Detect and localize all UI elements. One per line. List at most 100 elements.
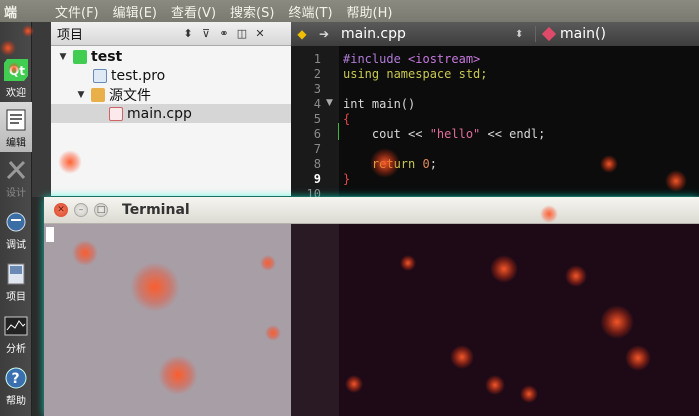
terminal-cursor xyxy=(46,227,54,242)
window-minimize-icon[interactable]: – xyxy=(74,203,88,217)
tree-item-label: 源文件 xyxy=(109,87,151,104)
number-token: 0 xyxy=(422,157,430,171)
string-token: "hello" xyxy=(429,127,481,141)
pro-file-icon xyxy=(93,68,107,83)
tree-item-main-cpp[interactable]: main.cpp xyxy=(51,104,291,123)
line-number: 6 xyxy=(313,127,321,141)
line-number: 5 xyxy=(313,112,321,126)
line-number: 3 xyxy=(313,82,321,96)
include-path-token: <iostream> xyxy=(408,52,481,66)
qt-logo-icon: Qt xyxy=(4,58,28,82)
menu-terminal[interactable]: 终端(T) xyxy=(283,2,341,21)
code-line-9: } xyxy=(343,172,351,186)
preprocessor-token: #include xyxy=(343,52,409,66)
code-line-2: using namespace std; xyxy=(343,67,488,81)
function-icon xyxy=(541,26,557,42)
mode-edit[interactable]: 编辑 xyxy=(0,102,32,152)
mode-label: 分析 xyxy=(6,344,26,355)
code-token: << endl; xyxy=(480,127,546,141)
collapse-arrow-icon[interactable]: ▼ xyxy=(57,52,69,62)
code-line-5: { xyxy=(343,112,351,126)
mode-welcome[interactable]: Qt 欢迎 xyxy=(0,52,32,102)
menu-bar: 端 文件(F) 编辑(E) 查看(V) 搜索(S) 终端(T) 帮助(H) xyxy=(0,0,699,22)
tree-item-sources[interactable]: ▼ 源文件 xyxy=(51,85,291,104)
mode-label: 设计 xyxy=(6,188,26,199)
app-name: 端 xyxy=(4,5,18,21)
mode-label: 帮助 xyxy=(6,396,26,407)
menu-file[interactable]: 文件(F) xyxy=(50,2,108,21)
line-gutter: 1 2 3 4 ▼ 5 6 7 8 9 10 xyxy=(291,46,340,201)
terminal-title: Terminal xyxy=(122,202,190,218)
terminal-translucent-right xyxy=(339,224,699,416)
forward-icon[interactable]: ➔ xyxy=(313,27,335,41)
symbol-name: main() xyxy=(560,26,606,42)
mode-projects[interactable]: 项目 xyxy=(0,256,32,306)
code-token: ; xyxy=(429,157,437,171)
tree-item-label: main.cpp xyxy=(127,105,192,122)
cpp-file-icon xyxy=(109,106,123,121)
mode-design[interactable]: 设计 xyxy=(0,152,32,202)
keyword-token: return xyxy=(343,157,423,171)
line-number: 1 xyxy=(313,52,321,66)
terminal-window[interactable]: ✕ – □ Terminal xyxy=(44,197,699,416)
splitter[interactable] xyxy=(32,22,51,197)
close-icon[interactable]: ✕ xyxy=(251,27,269,40)
line-number: 8 xyxy=(313,157,321,171)
line-number: 4 xyxy=(313,97,321,111)
back-icon[interactable]: ◆ xyxy=(291,27,313,41)
terminal-body[interactable] xyxy=(44,224,699,416)
project-book-icon xyxy=(4,262,28,286)
mode-label: 项目 xyxy=(6,292,26,303)
tree-item-project[interactable]: ▼ test xyxy=(51,47,291,66)
tree-item-label: test xyxy=(91,48,123,65)
chevron-down-icon[interactable]: ⬍ xyxy=(515,29,535,40)
tree-item-pro[interactable]: test.pro xyxy=(51,66,291,85)
mode-label: 编辑 xyxy=(6,138,26,149)
tree-item-label: test.pro xyxy=(111,67,166,84)
edit-document-icon xyxy=(4,108,28,132)
code-line-6: cout << "hello" << endl; xyxy=(343,127,545,142)
terminal-translucent-mid xyxy=(291,224,339,416)
help-icon: ? xyxy=(4,366,28,390)
menu-help[interactable]: 帮助(H) xyxy=(342,2,402,21)
mode-analyze[interactable]: 分析 xyxy=(0,308,32,358)
line-number: 7 xyxy=(313,142,321,156)
editor-file-name[interactable]: main.cpp xyxy=(335,26,515,42)
mode-sidebar: Qt 欢迎 编辑 设计 调试 项目 分析 ? 帮助 xyxy=(0,22,32,416)
project-panel-header: 项目 ⬍ ⊽ ⚭ ◫ ✕ xyxy=(51,22,291,46)
mode-help[interactable]: ? 帮助 xyxy=(0,360,32,410)
code-line-1: #include <iostream> xyxy=(343,52,480,67)
analyze-chart-icon xyxy=(4,314,28,338)
qt-project-icon xyxy=(73,49,87,64)
project-tree: ▼ test test.pro ▼ 源文件 main.cpp xyxy=(51,46,291,196)
mode-label: 欢迎 xyxy=(6,88,26,99)
filter-icon[interactable]: ⊽ xyxy=(197,27,215,40)
menu-view[interactable]: 查看(V) xyxy=(166,2,225,21)
code-editor[interactable]: #include <iostream> using namespace std;… xyxy=(339,46,699,196)
mode-debug[interactable]: 调试 xyxy=(0,204,32,254)
mode-label: 调试 xyxy=(6,240,26,251)
window-maximize-icon[interactable]: □ xyxy=(94,203,108,217)
window-close-icon[interactable]: ✕ xyxy=(54,203,68,217)
code-line-8: return 0; xyxy=(343,157,437,172)
source-folder-icon xyxy=(91,87,105,102)
menu-search[interactable]: 搜索(S) xyxy=(225,2,283,21)
line-number: 2 xyxy=(313,67,321,81)
menu-edit[interactable]: 编辑(E) xyxy=(108,2,166,21)
code-line-4: int main() xyxy=(343,97,416,111)
terminal-titlebar[interactable]: ✕ – □ Terminal xyxy=(44,197,699,224)
panel-selector-icon[interactable]: ⬍ xyxy=(179,27,197,40)
line-number-current: 9 xyxy=(313,172,321,186)
design-tools-icon xyxy=(4,158,28,182)
split-icon[interactable]: ◫ xyxy=(233,27,251,40)
project-panel-title: 项目 xyxy=(57,28,84,43)
fold-marker-icon[interactable]: ▼ xyxy=(326,98,333,108)
editor-toolbar: ◆ ➔ main.cpp ⬍ main() xyxy=(291,22,699,46)
code-token: cout << xyxy=(343,127,430,141)
symbol-selector[interactable]: main() xyxy=(535,26,606,42)
link-icon[interactable]: ⚭ xyxy=(215,27,233,40)
svg-text:Qt: Qt xyxy=(9,64,25,78)
svg-text:?: ? xyxy=(12,371,20,387)
terminal-translucent-left xyxy=(44,224,291,416)
collapse-arrow-icon[interactable]: ▼ xyxy=(75,90,87,100)
